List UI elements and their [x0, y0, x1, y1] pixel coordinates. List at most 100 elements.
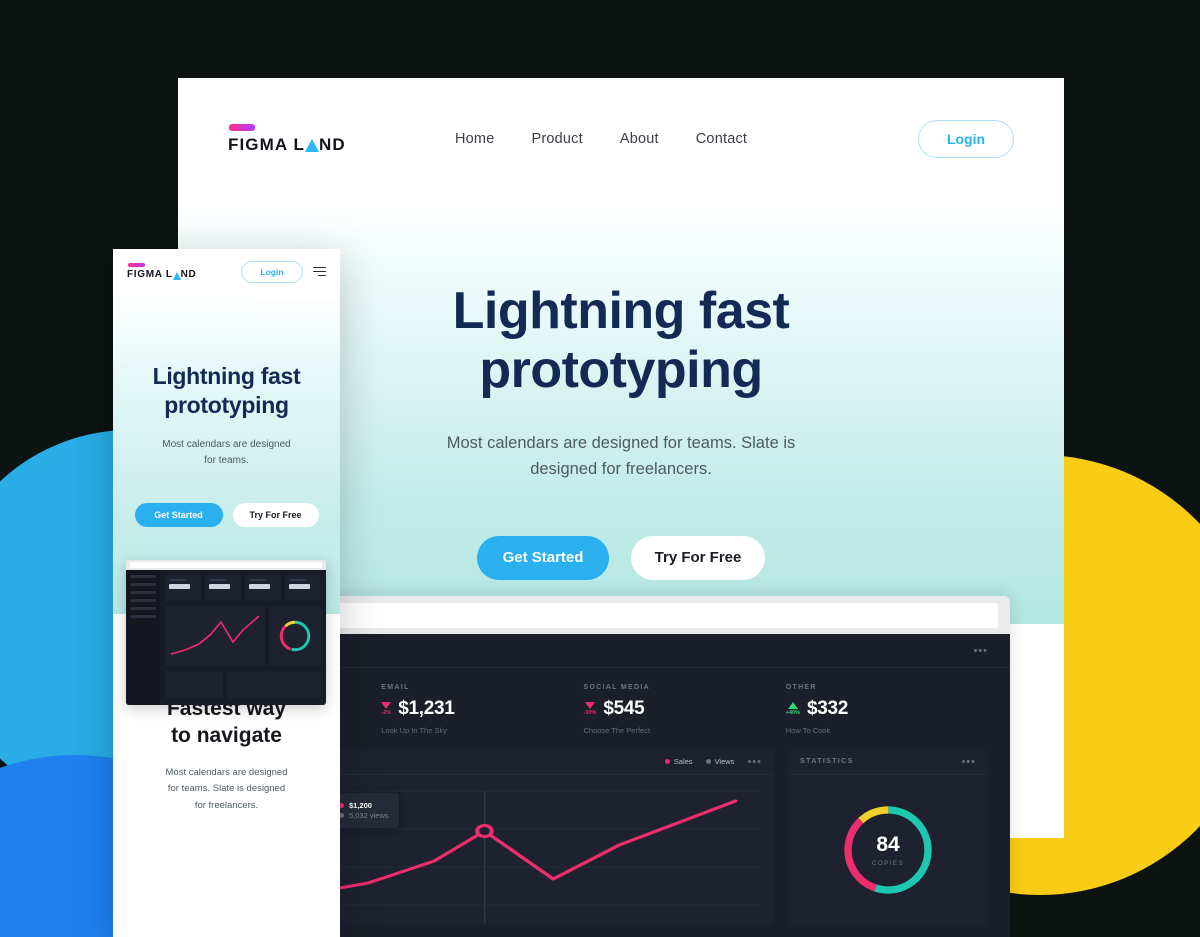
mobile-get-started-button[interactable]: Get Started: [134, 502, 223, 527]
trend-down-icon: -10%: [583, 702, 597, 716]
mini-panels: [165, 606, 321, 666]
feature-body-line2: for teams. Slate is designed: [167, 783, 286, 795]
stat-subtext: Look Up In The Sky: [381, 726, 447, 735]
feature-title-line2: to navigate: [171, 724, 282, 748]
mini-stat-card: [165, 575, 201, 601]
mobile-hero-title-line2: prototyping: [164, 391, 289, 418]
stat-subtext: Choose The Perfect: [583, 726, 651, 735]
stat-label: SOCIAL MEDIA: [583, 684, 650, 691]
nav-link-contact[interactable]: Contact: [696, 131, 747, 147]
mini-stat-card: [285, 575, 321, 601]
mobile-hero-title-line1: Lightning fast: [152, 363, 301, 389]
brand-logo[interactable]: FIGMA L ND: [228, 123, 358, 155]
legend-dot-icon: [705, 759, 711, 764]
hero-title-line2: prototyping: [479, 340, 763, 399]
logo-text-part1: FIGMA L: [228, 134, 305, 154]
nav-link-about[interactable]: About: [620, 131, 659, 147]
stat-value: $545: [603, 698, 645, 719]
overflow-menu-icon[interactable]: •••: [961, 756, 976, 767]
copies-donut-chart: 84 COPIES: [840, 802, 936, 898]
page-canvas: FIGMA L ND Home Product About Contact Lo…: [0, 0, 1200, 937]
mini-donut-svg: [279, 620, 311, 652]
trend-up-icon: +40%: [786, 702, 800, 716]
legend-item-sales[interactable]: Sales: [664, 757, 693, 766]
stat-card-other: OTHER +40% $332 How To Cook: [786, 684, 988, 735]
mini-stat-card: [205, 575, 241, 601]
mini-bottom-panels: [165, 671, 321, 698]
feature-body-line1: Most calendars are designed: [165, 766, 288, 778]
mini-dashboard-main: [160, 570, 326, 705]
try-for-free-button[interactable]: Try For Free: [631, 535, 765, 580]
nav-link-home[interactable]: Home: [455, 131, 494, 147]
donut-center-label: 84 COPIES: [840, 802, 936, 898]
donut-chart-header: STATISTICS •••: [788, 749, 988, 775]
stat-delta: -10%: [583, 710, 597, 716]
stat-subtext: How To Cook: [785, 726, 831, 735]
mini-stat-card: [245, 575, 281, 601]
logo-wordmark: FIGMA L ND: [228, 135, 358, 155]
hero-subtitle-line2: designed for freelancers.: [530, 460, 712, 479]
mini-line-chart-svg: [170, 615, 260, 655]
mobile-hero-title: Lightning fast prototyping: [131, 362, 322, 420]
mobile-try-for-free-button[interactable]: Try For Free: [232, 502, 319, 527]
get-started-button[interactable]: Get Started: [477, 535, 609, 580]
legend-dot-icon: [664, 759, 670, 764]
mobile-brand-logo[interactable]: FIGMA L ND: [127, 263, 196, 280]
stat-delta: +40%: [785, 710, 800, 716]
feature-body: Most calendars are designed for teams. S…: [133, 765, 320, 815]
stat-card-social-media: SOCIAL MEDIA -10% $545 Choose The Perfec…: [584, 684, 786, 735]
logo-wordmark: FIGMA L ND: [127, 269, 196, 280]
feature-body-line3: for freelancers.: [194, 799, 259, 811]
logo-text-part2: ND: [318, 134, 346, 154]
mini-dashboard: [126, 570, 326, 705]
legend-item-views[interactable]: Views: [705, 757, 735, 766]
mobile-login-button[interactable]: Login: [241, 260, 303, 283]
desktop-navbar: FIGMA L ND Home Product About Contact Lo…: [178, 78, 1064, 200]
chart-legend: Sales Views •••: [664, 756, 762, 767]
tooltip-views: 5,032 views: [349, 811, 389, 820]
mobile-mockup: FIGMA L ND Login Lightning fast prototyp…: [113, 249, 340, 937]
hero-subtitle-line1: Most calendars are designed for teams. S…: [446, 433, 796, 452]
blue-triangle-icon: [304, 139, 319, 152]
mobile-navbar: FIGMA L ND Login: [113, 249, 340, 294]
mini-donut-chart: [269, 606, 321, 666]
stat-value: $1,231: [398, 698, 455, 719]
blue-triangle-icon: [172, 271, 181, 280]
nav-link-product[interactable]: Product: [531, 131, 582, 147]
stat-delta: -2%: [381, 710, 392, 716]
mobile-dashboard-screenshot: [126, 560, 326, 705]
mini-list-panel: [165, 671, 224, 698]
mobile-cta-group: Get Started Try For Free: [131, 502, 322, 527]
logo-text-part1: FIGMA L: [127, 269, 173, 280]
hamburger-menu-icon[interactable]: [313, 266, 326, 277]
primary-nav: Home Product About Contact: [455, 131, 747, 147]
donut-value: 84: [876, 833, 900, 856]
stat-label: EMAIL: [381, 684, 410, 691]
mobile-hero-subtitle-line1: Most calendars are designed: [162, 438, 291, 450]
tooltip-views-row: 5,032 views: [339, 811, 389, 820]
stat-value: $332: [806, 698, 849, 719]
stat-label: OTHER: [785, 684, 817, 691]
logo-accent-bar-icon: [229, 123, 255, 131]
login-button[interactable]: Login: [918, 120, 1014, 158]
mini-progress-panel: [227, 671, 321, 698]
mini-browser-chrome: [126, 560, 326, 570]
legend-label: Sales: [673, 757, 693, 766]
mini-sidebar: [126, 570, 160, 705]
donut-chart-panel: STATISTICS ••• 84 COPIES: [788, 749, 988, 925]
overflow-menu-icon[interactable]: •••: [747, 756, 762, 767]
stat-card-email: EMAIL -2% $1,231 Look Up In The Sky: [381, 684, 583, 735]
donut-chart-body: 84 COPIES: [788, 775, 988, 925]
mobile-hero-subtitle-line2: for teams.: [204, 454, 249, 466]
logo-accent-bar-icon: [128, 263, 145, 267]
mini-address-bar: [130, 562, 322, 568]
tooltip-amount: $1,200: [349, 800, 372, 810]
mini-stat-cards: [165, 575, 321, 601]
mobile-hero-subtitle: Most calendars are designed for teams.: [131, 437, 322, 469]
hero-title-line1: Lightning fast: [452, 282, 790, 340]
legend-label: Views: [714, 757, 735, 766]
logo-text-part2: ND: [180, 269, 197, 280]
panel-title: STATISTICS: [800, 758, 854, 765]
tooltip-amount-row: $1,200: [339, 801, 389, 810]
overflow-menu-icon[interactable]: •••: [973, 645, 988, 656]
